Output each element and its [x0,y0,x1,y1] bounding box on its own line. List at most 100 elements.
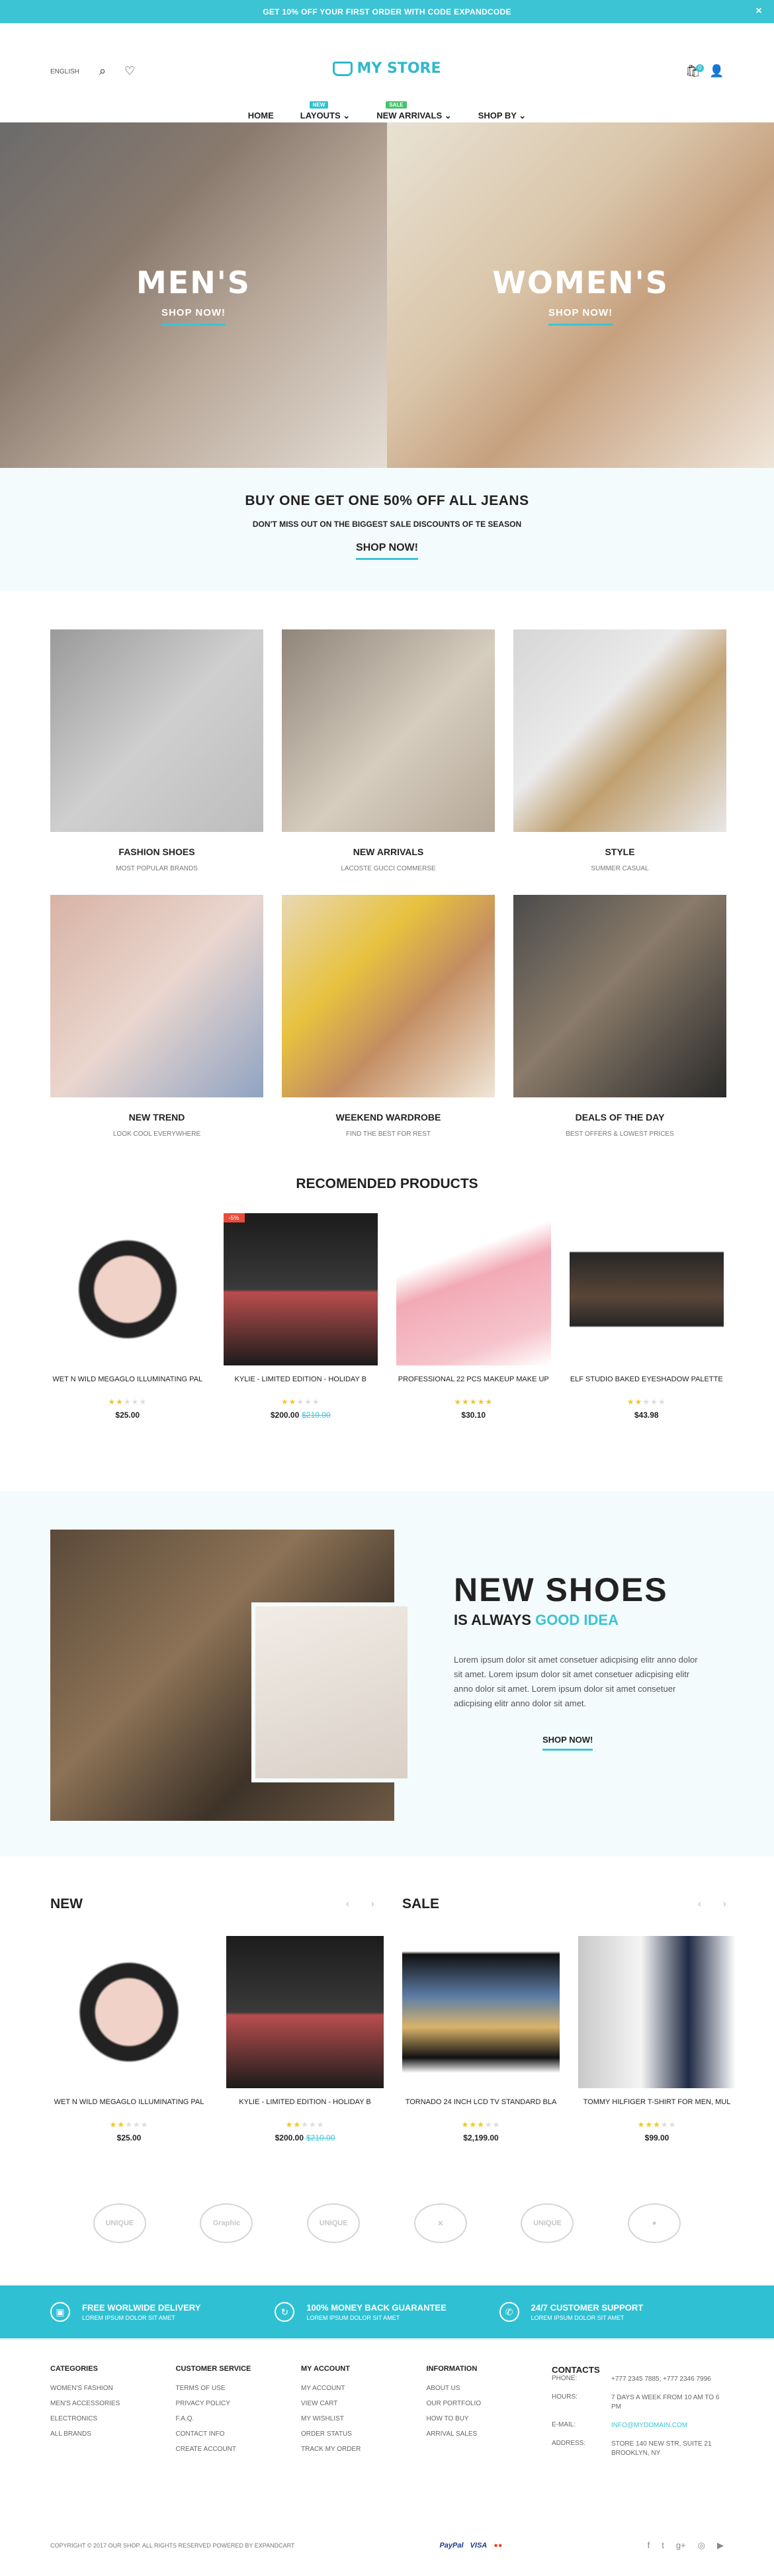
product-card[interactable]: ELF STUDIO BAKED EYESHADOW PALETTE ★★★★★ $… [569,1213,724,1420]
category-title[interactable]: WEEKEND WARDROBE [282,1112,495,1123]
product-name[interactable]: PROFESSIONAL 22 PCS MAKEUP MAKE UP [396,1375,551,1395]
contact-row: E-MAIL: INFO@MYDOMAIN.COM [552,2421,724,2430]
category-card[interactable]: NEW ARRIVALS LACOSTE GUCCI COMMERSE [282,629,495,872]
product-image[interactable] [402,1936,560,2088]
stars-empty: ★★★ [642,1397,666,1406]
logo[interactable]: MY STORE [0,60,774,77]
category-title[interactable]: NEW ARRIVALS [282,847,495,857]
user-icon[interactable]: 👤 [709,64,724,78]
product-name[interactable]: TORNADO 24 INCH LCD TV STANDARD BLA [402,2097,560,2117]
brand-logo[interactable]: ✕ [413,2203,467,2243]
category-image[interactable] [50,895,263,1097]
footer-link[interactable]: MY ACCOUNT [301,2385,413,2392]
women-banner[interactable]: WOMEN'S SHOP NOW! [387,122,774,468]
youtube-icon[interactable]: ▶ [717,2540,724,2551]
twitter-icon[interactable]: t [662,2540,664,2551]
nav-item[interactable]: LAYOUTS ⌄ NEW [300,101,350,121]
product-price: $30.10 [396,1410,551,1420]
footer-link[interactable]: F.A.Q. [176,2415,288,2422]
footer-link[interactable]: ELECTRONICS [50,2415,163,2422]
product-image[interactable] [226,1936,384,2088]
facebook-icon[interactable]: f [648,2540,650,2551]
footer-link[interactable]: TERMS OF USE [176,2385,288,2392]
product-image[interactable] [396,1213,551,1365]
brand-logo[interactable]: UNIQUE [521,2203,574,2243]
stars-empty: ★★★ [296,1397,320,1406]
product-image[interactable] [569,1213,724,1365]
nav-item[interactable]: NEW ARRIVALS ⌄ SALE [376,101,452,121]
instagram-icon[interactable]: ◎ [698,2540,705,2551]
nav-item[interactable]: SHOP BY ⌄ [478,111,527,121]
product-card[interactable]: PROFESSIONAL 22 PCS MAKEUP MAKE UP ★★★★★ $… [396,1213,551,1420]
footer-my-account: MY ACCOUNT MY ACCOUNT VIEW CART MY WISHLIST… [301,2365,413,2467]
category-title[interactable]: FASHION SHOES [50,847,263,857]
product-card[interactable]: -5% KYLIE - LIMITED EDITION - HOLIDAY B ★★… [223,1213,378,1420]
contact-key: ADDRESS: [552,2440,586,2447]
footer-link[interactable]: PRIVACY POLICY [176,2400,288,2407]
category-card[interactable]: DEALS OF THE DAY BEST OFFERS & LOWEST PRI… [513,895,726,1138]
category-image[interactable] [513,895,726,1097]
category-title[interactable]: DEALS OF THE DAY [513,1112,726,1123]
footer-link[interactable]: MY WISHLIST [301,2415,413,2422]
new-carousel-arrows[interactable]: ‹ › [346,1898,384,1910]
google-plus-icon[interactable]: g+ [676,2540,686,2551]
product-name[interactable]: TOMMY HILFIGER T-SHIRT FOR MEN, MUL [578,2097,736,2117]
sale-carousel-arrows[interactable]: ‹ › [698,1898,736,1910]
product-image[interactable] [50,1936,208,2088]
new-shoes-shop-now-link[interactable]: SHOP NOW! [542,1735,593,1751]
product-image[interactable] [223,1213,378,1365]
footer-link[interactable]: MEN'S ACCESSORIES [50,2400,163,2407]
women-shop-now-link[interactable]: SHOP NOW! [548,307,613,326]
category-image[interactable] [50,629,263,832]
brand-logo[interactable]: UNIQUE [93,2203,146,2243]
category-card[interactable]: WEEKEND WARDROBE FIND THE BEST FOR REST [282,895,495,1138]
product-card[interactable]: TOMMY HILFIGER T-SHIRT FOR MEN, MUL ★★★★★… [578,1936,736,2142]
footer-link[interactable]: CREATE ACCOUNT [176,2446,288,2453]
product-name[interactable]: ELF STUDIO BAKED EYESHADOW PALETTE [570,1375,724,1395]
close-icon[interactable]: × [755,5,762,17]
product-card[interactable]: KYLIE - LIMITED EDITION - HOLIDAY B ★★★★★… [226,1936,384,2142]
men-banner[interactable]: MEN'S SHOP NOW! [0,122,387,468]
nav-item[interactable]: HOME [248,111,274,121]
category-card[interactable]: STYLE SUMMER CASUAL [513,629,726,872]
footer-link[interactable]: ARRIVAL SALES [427,2430,539,2438]
promo-shop-now-link[interactable]: SHOP NOW! [356,542,418,560]
product-card[interactable]: WET N WILD MEGAGLO ILLUMINATING PAL ★★★★★… [50,1213,205,1420]
brand-logo[interactable]: ● [628,2203,681,2243]
footer-link[interactable]: VIEW CART [301,2400,413,2407]
category-card[interactable]: FASHION SHOES MOST POPULAR BRANDS [50,629,263,872]
women-title: WOMEN'S [492,265,669,300]
product-image[interactable] [578,1936,736,2088]
contact-value[interactable]: INFO@MYDOMAIN.COM [611,2421,724,2430]
category-title[interactable]: STYLE [513,847,726,857]
product-name[interactable]: KYLIE - LIMITED EDITION - HOLIDAY B [224,1375,378,1395]
rating-stars: ★★★★★ [570,1397,724,1406]
category-image[interactable] [282,895,495,1097]
product-card[interactable]: TORNADO 24 INCH LCD TV STANDARD BLA ★★★★★… [402,1936,560,2142]
rating-stars: ★★★★★ [578,2120,736,2129]
category-image[interactable] [282,629,495,832]
footer-link[interactable]: ORDER STATUS [301,2430,413,2438]
feature-subtitle: LOREM IPSUM DOLOR SIT AMET [531,2315,624,2321]
features-bar: ▣ FREE WORLWIDE DELIVERY LOREM IPSUM DOLOR… [0,2285,774,2338]
brand-logo[interactable]: UNIQUE [307,2203,361,2243]
footer-link[interactable]: ABOUT US [427,2385,539,2392]
product-name[interactable]: KYLIE - LIMITED EDITION - HOLIDAY B [226,2097,384,2117]
footer-link[interactable]: CONTACT INFO [176,2430,288,2438]
product-card[interactable]: WET N WILD MEGAGLO ILLUMINATING PAL ★★★★★… [50,1936,208,2142]
product-image[interactable] [50,1213,205,1365]
footer-link[interactable]: TRACK MY ORDER [301,2446,413,2453]
footer-link[interactable]: WOMEN'S FASHION [50,2385,163,2392]
men-shop-now-link[interactable]: SHOP NOW! [161,307,226,326]
footer-link[interactable]: OUR PORTFOLIO [427,2400,539,2407]
product-name[interactable]: WET N WILD MEGAGLO ILLUMINATING PAL [50,1375,205,1395]
footer-link[interactable]: ALL BRANDS [50,2430,163,2438]
product-name[interactable]: WET N WILD MEGAGLO ILLUMINATING PAL [50,2097,208,2117]
payment-icon: VISA [470,2542,488,2550]
product-price: $99.00 [578,2133,736,2142]
category-title[interactable]: NEW TREND [50,1112,263,1123]
brand-logo[interactable]: Graphic [200,2203,253,2243]
footer-link[interactable]: HOW TO BUY [427,2415,539,2422]
category-image[interactable] [513,629,726,832]
category-card[interactable]: NEW TREND LOOK COOL EVERYWHERE [50,895,263,1138]
